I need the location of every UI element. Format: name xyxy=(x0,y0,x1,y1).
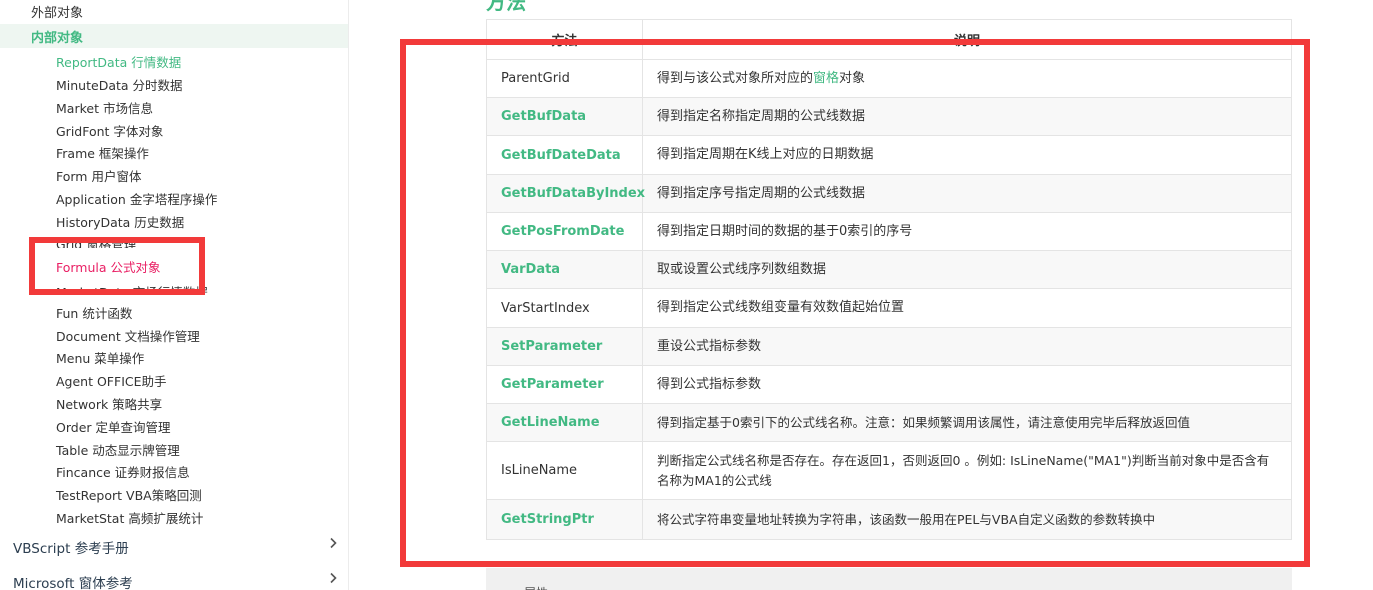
method-link[interactable]: GetParameter xyxy=(501,377,604,392)
chevron-right-icon[interactable] xyxy=(327,572,339,584)
column-header-description: 说明 xyxy=(642,19,1292,60)
table-row: GetStringPtr 将公式字符串变量地址转换为字符串，该函数一般用在PEL… xyxy=(486,499,1292,540)
chevron-right-icon[interactable] xyxy=(327,537,339,549)
next-section-heading: 属性 xyxy=(524,584,548,590)
description-text: 得到指定日期时间的数据的基于0索引的序号 xyxy=(642,212,1292,251)
sidebar-item-minutedata[interactable]: MinuteData 分时数据 xyxy=(56,75,348,94)
description-text: 将公式字符串变量地址转换为字符串，该函数一般用在PEL与VBA自定义函数的参数转… xyxy=(642,499,1292,540)
description-text: 得到指定周期在K线上对应的日期数据 xyxy=(642,135,1292,175)
method-cell: GetStringPtr xyxy=(486,499,643,540)
method-cell: GetPosFromDate xyxy=(486,212,643,251)
sidebar-item-label: 内部对象 xyxy=(31,31,84,46)
description-text: 得到指定基于0索引下的公式线名称。注意：如果频繁调用该属性，请注意使用完毕后释放… xyxy=(642,403,1292,442)
sidebar-item-frame[interactable]: Frame 框架操作 xyxy=(56,143,348,162)
method-link[interactable]: GetPosFromDate xyxy=(501,224,624,239)
method-name: ParentGrid xyxy=(501,71,570,86)
table-row: GetParameter 得到公式指标参数 xyxy=(486,365,1292,404)
table-row: ParentGrid 得到与该公式对象所对应的窗格对象 xyxy=(486,59,1292,98)
sidebar-item-marketdata[interactable]: MarketData 市场行情数据 xyxy=(56,282,348,294)
method-cell: ParentGrid xyxy=(486,59,643,98)
table-row: SetParameter 重设公式指标参数 xyxy=(486,327,1292,366)
sidebar: 外部对象 内部对象 ReportData 行情数据 MinuteData 分时数… xyxy=(0,0,349,590)
method-name: VarStartIndex xyxy=(501,300,590,316)
method-link[interactable]: SetParameter xyxy=(501,339,602,354)
method-link[interactable]: GetStringPtr xyxy=(501,512,594,527)
sidebar-item-historydata[interactable]: HistoryData 历史数据 xyxy=(56,212,348,231)
sidebar-item-fincance[interactable]: Fincance 证券财报信息 xyxy=(56,462,348,481)
method-cell: GetLineName xyxy=(486,403,643,442)
methods-table: 方法 说明 ParentGrid 得到与该公式对象所对应的窗格对象 GetBuf… xyxy=(486,19,1292,540)
sidebar-item-label: MarketData 市场行情数据 xyxy=(56,285,208,294)
method-cell: VarData xyxy=(486,250,643,289)
description-text: 得到与该公式对象所对应的 xyxy=(657,70,814,86)
sidebar-section-vbscript[interactable]: VBScript 参考手册 xyxy=(13,537,348,557)
table-row: IsLineName 判断指定公式线名称是否存在。存在返回1，否则返回0 。例如… xyxy=(486,441,1292,500)
sidebar-item-label: Grid 窗格管理 xyxy=(56,239,137,248)
sidebar-item-table[interactable]: Table 动态显示牌管理 xyxy=(56,440,348,459)
method-name: IsLineName xyxy=(501,463,578,478)
table-row: GetBufData 得到指定名称指定周期的公式线数据 xyxy=(486,97,1292,136)
method-link[interactable]: GetBufDataByIndex xyxy=(501,186,645,201)
sidebar-item-document[interactable]: Document 文档操作管理 xyxy=(56,326,348,345)
description-text: 取或设置公式线序列数组数据 xyxy=(642,250,1292,289)
table-row: GetBufDateData 得到指定周期在K线上对应的日期数据 xyxy=(486,135,1292,175)
method-link[interactable]: GetBufDateData xyxy=(501,148,621,163)
method-link[interactable]: GetBufData xyxy=(501,109,586,124)
sidebar-item-application[interactable]: Application 金字塔程序操作 xyxy=(56,189,348,208)
method-cell: GetBufData xyxy=(486,97,643,136)
description-text: 重设公式指标参数 xyxy=(642,327,1292,366)
table-row: GetBufDataByIndex 得到指定序号指定周期的公式线数据 xyxy=(486,174,1292,213)
description-text: 对象 xyxy=(839,70,866,86)
sidebar-item-market[interactable]: Market 市场信息 xyxy=(56,98,348,117)
method-cell: GetBufDateData xyxy=(486,135,643,175)
table-header-row: 方法 说明 xyxy=(486,19,1292,60)
table-row: VarStartIndex 得到指定公式线数组变量有效数值起始位置 xyxy=(486,288,1292,328)
method-link[interactable]: GetLineName xyxy=(501,415,600,430)
table-row: GetPosFromDate 得到指定日期时间的数据的基于0索引的序号 xyxy=(486,212,1292,251)
table-row: GetLineName 得到指定基于0索引下的公式线名称。注意：如果频繁调用该属… xyxy=(486,403,1292,442)
sidebar-item-fun[interactable]: Fun 统计函数 xyxy=(56,303,348,322)
column-header-method: 方法 xyxy=(486,19,643,60)
sidebar-item-reportdata[interactable]: ReportData 行情数据 xyxy=(56,52,348,71)
method-cell: SetParameter xyxy=(486,327,643,366)
sidebar-item-network[interactable]: Network 策略共享 xyxy=(56,394,348,413)
method-cell: GetBufDataByIndex xyxy=(486,174,645,213)
sidebar-item-form[interactable]: Form 用户窗体 xyxy=(56,166,348,185)
method-link[interactable]: VarData xyxy=(501,262,560,277)
method-cell: VarStartIndex xyxy=(486,288,643,328)
grid-link[interactable]: 窗格 xyxy=(813,71,839,86)
sidebar-item-external-objects[interactable]: 外部对象 xyxy=(31,2,348,21)
description-text: 得到指定名称指定周期的公式线数据 xyxy=(642,97,1292,136)
sidebar-item-formula[interactable]: Formula 公式对象 xyxy=(56,257,348,276)
description-text: 得到指定公式线数组变量有效数值起始位置 xyxy=(642,288,1292,328)
sidebar-item-gridfont[interactable]: GridFont 字体对象 xyxy=(56,121,348,140)
sidebar-item-internal-objects[interactable]: 内部对象 xyxy=(0,24,348,48)
description-cell: 得到与该公式对象所对应的窗格对象 xyxy=(642,59,1292,98)
sidebar-item-grid[interactable]: Grid 窗格管理 xyxy=(56,239,348,248)
sidebar-item-testreport[interactable]: TestReport VBA策略回测 xyxy=(56,485,348,504)
sidebar-item-order[interactable]: Order 定单查询管理 xyxy=(56,417,348,436)
sidebar-item-menu[interactable]: Menu 菜单操作 xyxy=(56,348,348,367)
sidebar-section-microsoft-forms[interactable]: Microsoft 窗体参考 xyxy=(13,572,348,590)
method-cell: IsLineName xyxy=(486,441,643,500)
description-text: 得到公式指标参数 xyxy=(642,365,1292,404)
section-heading: 方法 xyxy=(486,0,526,14)
next-section-block: 属性 xyxy=(486,568,1292,590)
method-cell: GetParameter xyxy=(486,365,643,404)
description-text: 得到指定序号指定周期的公式线数据 xyxy=(642,174,1292,213)
sidebar-item-marketstat[interactable]: MarketStat 高频扩展统计 xyxy=(56,508,348,527)
sidebar-item-agent[interactable]: Agent OFFICE助手 xyxy=(56,371,348,390)
table-row: VarData 取或设置公式线序列数组数据 xyxy=(486,250,1292,289)
description-text: 判断指定公式线名称是否存在。存在返回1，否则返回0 。例如: IsLineNam… xyxy=(642,441,1292,500)
